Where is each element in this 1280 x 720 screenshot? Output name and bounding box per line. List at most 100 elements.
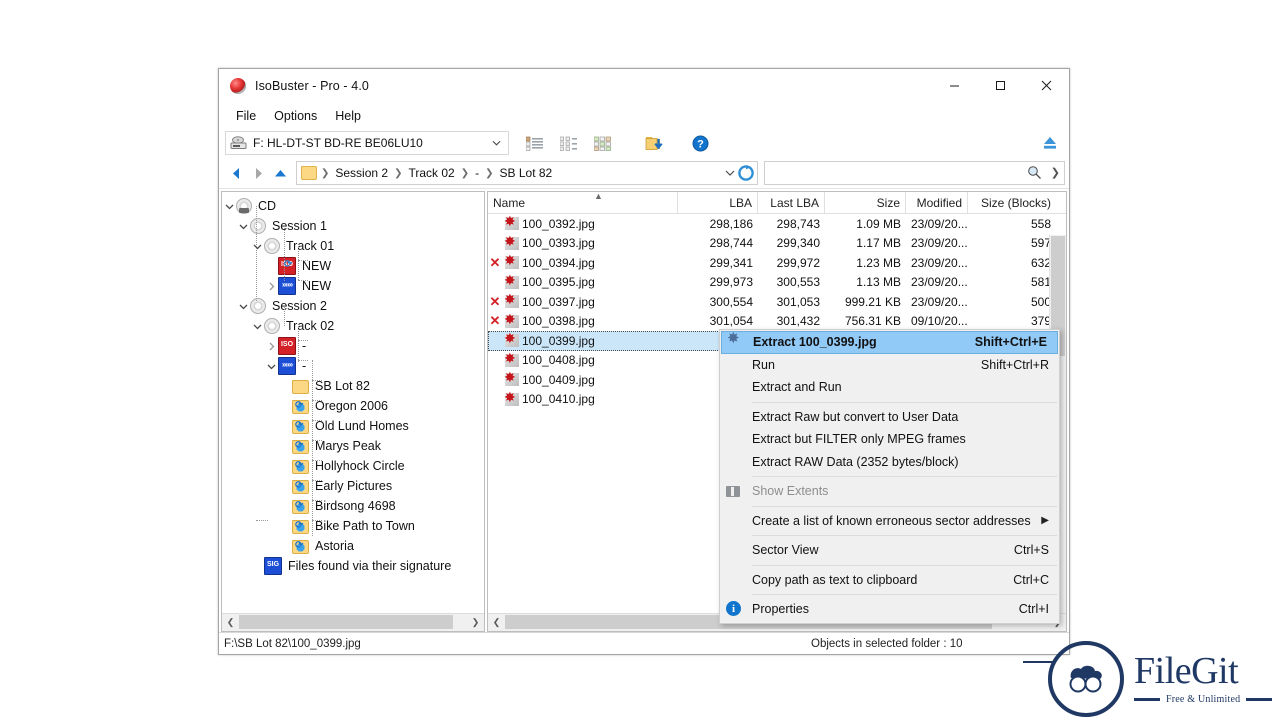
- tree-node[interactable]: Session 2: [222, 296, 484, 316]
- breadcrumb-item-sblot82[interactable]: SB Lot 82: [496, 166, 557, 180]
- tree-node[interactable]: ISO NEW: [222, 256, 484, 276]
- context-menu-item[interactable]: Sector View Ctrl+S: [720, 539, 1059, 562]
- expander-collapse-icon[interactable]: [236, 216, 250, 236]
- search-options-chevron-icon[interactable]: ❯: [1051, 166, 1060, 179]
- context-menu-item[interactable]: Copy path as text to clipboard Ctrl+C: [720, 569, 1059, 592]
- expander-expand-icon[interactable]: [264, 336, 278, 356]
- menu-help[interactable]: Help: [326, 107, 370, 125]
- context-menu-item[interactable]: Create a list of known erroneous sector …: [720, 510, 1059, 533]
- table-row[interactable]: 100_0395.jpg 299,973 300,553 1.13 MB 23/09/2…: [488, 273, 1066, 293]
- breadcrumb[interactable]: ❯ Session 2 ❯ Track 02 ❯ - ❯ SB Lot 82: [295, 161, 758, 185]
- detail-view-icon[interactable]: [551, 130, 585, 156]
- folder-link-icon: [292, 460, 309, 474]
- tree-node[interactable]: Track 02: [222, 316, 484, 336]
- close-button[interactable]: [1023, 69, 1069, 102]
- folder-link-icon: [292, 420, 309, 434]
- scroll-left-arrow-icon[interactable]: ❮: [488, 615, 505, 631]
- cell-size: 1.17 MB: [856, 236, 901, 251]
- forward-button[interactable]: [247, 161, 269, 185]
- tree-node[interactable]: CD: [222, 196, 484, 216]
- drive-selector[interactable]: F: HL-DT-ST BD-RE BE06LU10: [225, 131, 509, 155]
- context-menu-item[interactable]: i Properties Ctrl+I: [720, 598, 1059, 621]
- cell-blocks: 558: [1030, 216, 1051, 231]
- expander-collapse-icon[interactable]: [222, 196, 236, 216]
- grid-view-icon[interactable]: [585, 130, 619, 156]
- cell-size: 756.31 KB: [844, 314, 901, 329]
- file-name: 100_0408.jpg: [522, 353, 595, 368]
- tree-node-label: Track 01: [286, 239, 335, 253]
- table-row[interactable]: 100_0393.jpg 298,744 299,340 1.17 MB 23/09/2…: [488, 234, 1066, 254]
- context-menu-item: Show Extents: [720, 480, 1059, 503]
- tree-node[interactable]: Marys Peak: [222, 436, 484, 456]
- minimize-button[interactable]: [931, 69, 977, 102]
- table-row[interactable]: ✕ 100_0394.jpg 299,341 299,972 1.23 MB 23/09/…: [488, 253, 1066, 273]
- column-header-size-blocks[interactable]: Size (Blocks): [968, 192, 1056, 213]
- tree-node[interactable]: ISO -: [222, 336, 484, 356]
- chevron-down-icon[interactable]: [492, 139, 501, 148]
- tree-node[interactable]: »»» NEW: [222, 276, 484, 296]
- tree-node[interactable]: Bike Path to Town: [222, 516, 484, 536]
- tree-node[interactable]: Track 01: [222, 236, 484, 256]
- maximize-button[interactable]: [977, 69, 1023, 102]
- udf-icon: »»»: [278, 357, 296, 375]
- tree-node[interactable]: Old Lund Homes: [222, 416, 484, 436]
- tree-node[interactable]: »»» -: [222, 356, 484, 376]
- menu-options[interactable]: Options: [265, 107, 326, 125]
- tree-node[interactable]: Session 1: [222, 216, 484, 236]
- cell-modified: 23/09/20...: [911, 236, 968, 251]
- breadcrumb-item-track02[interactable]: Track 02: [404, 166, 458, 180]
- tree-node[interactable]: Birdsong 4698: [222, 496, 484, 516]
- expander-collapse-icon[interactable]: [236, 296, 250, 316]
- help-icon[interactable]: ?: [683, 130, 717, 156]
- column-header-modified[interactable]: Modified: [906, 192, 968, 213]
- up-button[interactable]: [270, 161, 292, 185]
- column-header-lba[interactable]: LBA: [678, 192, 758, 213]
- root-folder-icon[interactable]: [300, 166, 317, 180]
- tree-node[interactable]: Hollyhock Circle: [222, 456, 484, 476]
- expander-collapse-icon[interactable]: [264, 356, 278, 376]
- cell-lba: 299,341: [709, 255, 753, 270]
- expander-collapse-icon[interactable]: [250, 316, 264, 336]
- title-bar: IsoBuster - Pro - 4.0: [219, 69, 1069, 104]
- list-view-icon[interactable]: [517, 130, 551, 156]
- context-menu-item[interactable]: Extract 100_0399.jpg Shift+Ctrl+E: [721, 331, 1058, 354]
- column-header-size[interactable]: Size: [825, 192, 906, 213]
- folder-link-icon: [292, 500, 309, 514]
- tree-node[interactable]: SB Lot 82: [222, 376, 484, 396]
- tree-node[interactable]: Astoria: [222, 536, 484, 556]
- refresh-icon[interactable]: [738, 165, 754, 181]
- table-row[interactable]: ✕ 100_0397.jpg 300,554 301,053 999.21 KB 23/0…: [488, 292, 1066, 312]
- isobuster-disc-icon: [230, 78, 246, 94]
- scroll-left-arrow-icon[interactable]: ❮: [222, 615, 239, 631]
- tree-scroll-track[interactable]: [239, 614, 467, 631]
- tree-hscrollbar[interactable]: ❮ ❯: [222, 613, 484, 631]
- breadcrumb-chevron-down-icon[interactable]: [725, 168, 735, 178]
- context-menu-item[interactable]: Run Shift+Ctrl+R: [720, 354, 1059, 377]
- context-menu-item[interactable]: Extract Raw but convert to User Data: [720, 406, 1059, 429]
- menu-file[interactable]: File: [227, 107, 265, 125]
- scroll-right-arrow-icon[interactable]: ❯: [467, 615, 484, 631]
- breadcrumb-item-session2[interactable]: Session 2: [331, 166, 392, 180]
- cell-lba: 301,054: [709, 314, 753, 329]
- extract-folder-icon[interactable]: [637, 130, 671, 156]
- back-button[interactable]: [225, 161, 247, 185]
- table-row[interactable]: 100_0392.jpg 298,186 298,743 1.09 MB 23/09/2…: [488, 214, 1066, 234]
- tree-node[interactable]: Early Pictures: [222, 476, 484, 496]
- tree-scroll-thumb[interactable]: [239, 615, 453, 629]
- context-menu-item[interactable]: Extract but FILTER only MPEG frames: [720, 428, 1059, 451]
- eject-button[interactable]: [1039, 133, 1061, 153]
- context-menu-item[interactable]: Extract and Run: [720, 376, 1059, 399]
- search-box[interactable]: ❯: [763, 161, 1065, 185]
- search-input[interactable]: [769, 165, 1032, 181]
- search-icon[interactable]: [1027, 165, 1042, 180]
- tree-scroll-area[interactable]: CD Session 1 Track 01 ISO NEW »»» NEW Session 2…: [222, 192, 484, 613]
- breadcrumb-item-dash[interactable]: -: [471, 166, 483, 180]
- column-header-name[interactable]: Name: [488, 192, 678, 213]
- tree-node[interactable]: SIG Files found via their signature: [222, 556, 484, 576]
- expander-collapse-icon[interactable]: [250, 236, 264, 256]
- context-menu-item[interactable]: Extract RAW Data (2352 bytes/block): [720, 451, 1059, 474]
- expander-expand-icon[interactable]: [264, 276, 278, 296]
- tree-node[interactable]: Oregon 2006: [222, 396, 484, 416]
- drive-icon: [230, 136, 248, 150]
- column-header-last-lba[interactable]: Last LBA: [758, 192, 825, 213]
